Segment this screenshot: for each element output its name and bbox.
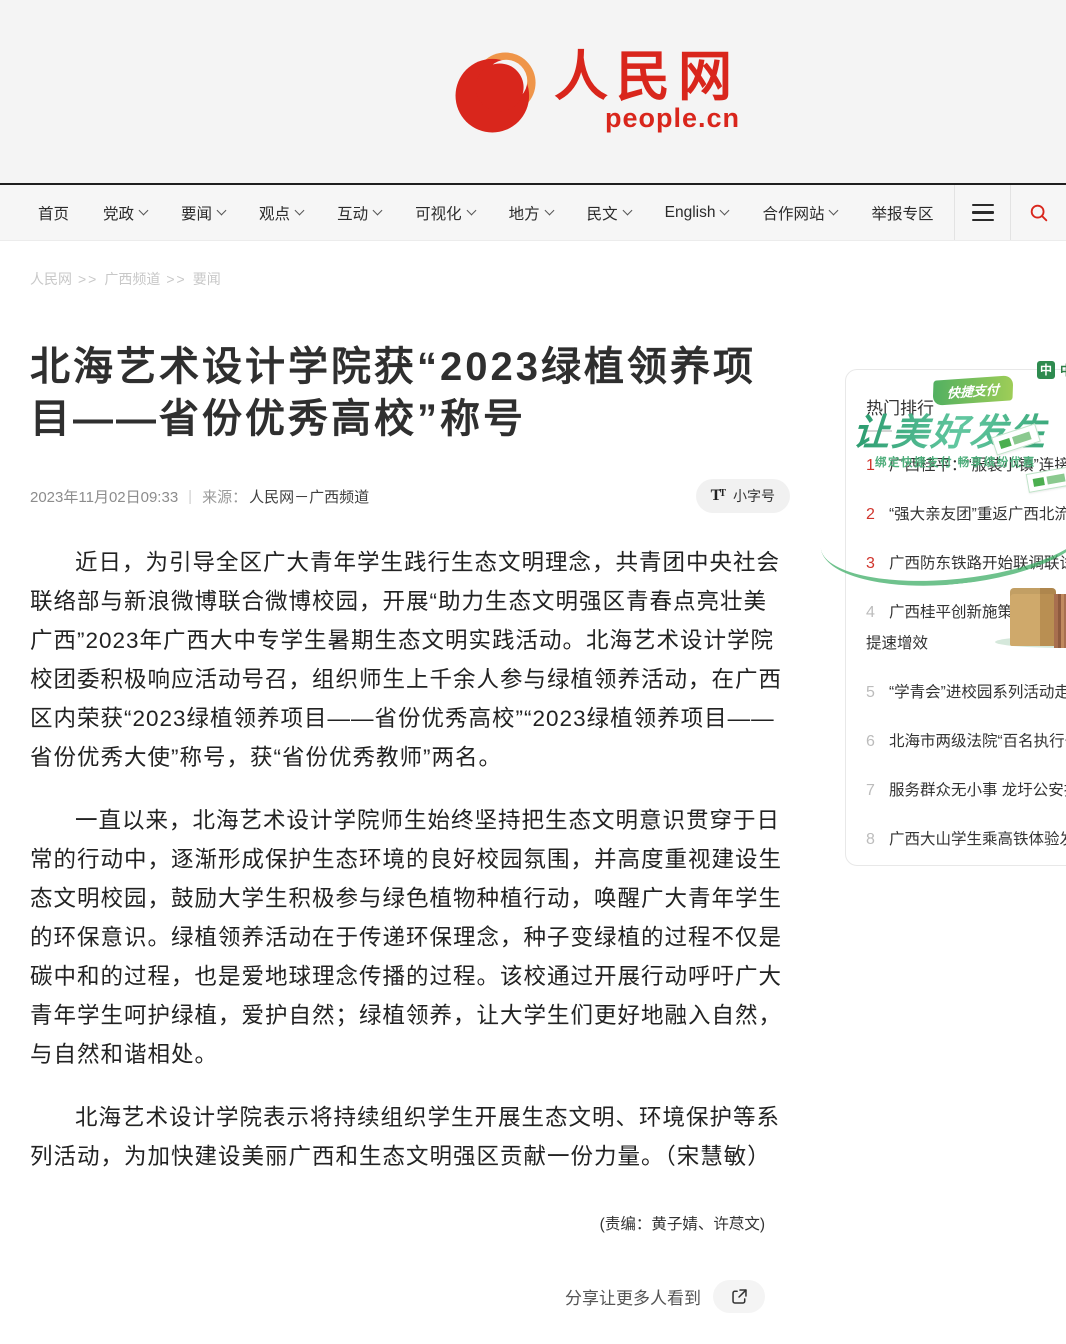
main-nav: 首页 党政 要闻 观点 互动 可视化 地方 民文 English 合作网站 举报… xyxy=(0,183,1066,241)
chevron-down-icon xyxy=(217,205,227,215)
breadcrumb-channel[interactable]: 广西频道 xyxy=(104,271,160,287)
logo-text: 人民网 people.cn xyxy=(554,49,740,135)
breadcrumb-section[interactable]: 要闻 xyxy=(193,271,221,287)
nav-item-local[interactable]: 地方 xyxy=(509,202,553,224)
editor-note: (责编：黄子婧、许荩文) xyxy=(30,1212,790,1234)
nav-item-label: 地方 xyxy=(509,202,540,224)
site-header: 人民网 people.cn xyxy=(0,0,1066,183)
nav-item-label: 要闻 xyxy=(181,202,212,224)
nav-item-label: 举报专区 xyxy=(871,202,933,224)
rank-number: 4 xyxy=(866,604,880,621)
nav-item-label: 互动 xyxy=(337,202,368,224)
hot-ranking-link[interactable]: 5“学青会”进校园系列活动走 民族大学 xyxy=(866,677,1066,708)
hot-item-text: 广西大山学生乘高铁体验发展 xyxy=(889,831,1066,848)
paragraph: 近日，为引导全区广大青年学生践行生态文明理念，共青团中央社会联络部与新浪微博联合… xyxy=(30,543,790,777)
hamburger-icon xyxy=(972,204,994,207)
hot-item-text: 服务群众无小事 龙圩公安排忧 xyxy=(889,782,1066,799)
sidebar: 中 中国邮政 快捷支付 让美好发生 绑定快捷支付 畅享缤纷优惠 xyxy=(845,344,1066,866)
search-icon xyxy=(1028,202,1050,224)
breadcrumb-separator: >> xyxy=(78,271,98,287)
hot-item-text: 北海市两级法院“百名执行干 xyxy=(889,733,1066,750)
hot-ranking-link[interactable]: 8 广西大山学生乘高铁体验发展 xyxy=(866,824,1066,855)
chevron-down-icon xyxy=(373,205,383,215)
meta-divider: | xyxy=(188,488,192,505)
nav-item-minwen[interactable]: 民文 xyxy=(587,202,631,224)
nav-item-label: 可视化 xyxy=(415,202,462,224)
nav-item-label: 民文 xyxy=(587,202,618,224)
site-domain: people.cn xyxy=(605,103,740,134)
rank-number: 8 xyxy=(866,831,880,848)
nav-item-label: 合作网站 xyxy=(762,202,824,224)
paragraph: 一直以来，北海艺术设计学院师生始终坚持把生态文明意识贯穿于日常的行动中，逐渐形成… xyxy=(30,801,790,1074)
paragraph: 北海艺术设计学院表示将持续组织学生开展生态文明、环境保护等系列活动，为加快建设美… xyxy=(30,1098,790,1176)
page: 人民网 people.cn 首页 党政 要闻 观点 互动 可视化 地方 民文 E… xyxy=(0,0,1066,1344)
share-icon xyxy=(730,1287,749,1306)
breadcrumb-separator: >> xyxy=(166,271,186,287)
nav-links: 首页 党政 要闻 观点 互动 可视化 地方 民文 English 合作网站 举报… xyxy=(38,185,934,240)
chevron-down-icon xyxy=(466,205,476,215)
hot-ranking-item: 5“学青会”进校园系列活动走 民族大学 xyxy=(866,677,1066,708)
site-logo[interactable]: 人民网 people.cn xyxy=(450,46,740,138)
hot-ranking-link[interactable]: 7服务群众无小事 龙圩公安排忧 民心 xyxy=(866,775,1066,806)
chevron-down-icon xyxy=(720,205,730,215)
hot-item-text: 提速增效 xyxy=(866,635,928,652)
page-title: 北海艺术设计学院获“2023绿植领养项目——省份优秀高校”称号 xyxy=(30,341,790,445)
font-size-button[interactable]: TT 小字号 xyxy=(696,479,790,513)
source-label: 来源： xyxy=(202,486,247,507)
nav-item-news[interactable]: 要闻 xyxy=(181,202,225,224)
hot-item-text: “学青会”进校园系列活动走 xyxy=(889,684,1066,701)
nav-item-label: English xyxy=(665,204,716,222)
article-meta-row: 2023年11月02日09:33 | 来源： 人民网－广西频道 TT 小字号 xyxy=(30,479,790,513)
share-row: 分享让更多人看到 xyxy=(30,1280,790,1313)
nav-item-label: 首页 xyxy=(38,202,69,224)
nav-item-party[interactable]: 党政 xyxy=(103,202,147,224)
rank-number: 6 xyxy=(866,733,880,750)
font-size-label: 小字号 xyxy=(733,486,775,506)
publish-date: 2023年11月02日09:33 xyxy=(30,486,178,507)
site-name: 人民网 xyxy=(554,49,740,106)
article-meta: 2023年11月02日09:33 | 来源： 人民网－广西频道 xyxy=(30,486,369,507)
font-size-icon: TT xyxy=(711,488,726,504)
nav-item-label: 党政 xyxy=(103,202,134,224)
article-body: 近日，为引导全区广大青年学生践行生态文明理念，共青团中央社会联络部与新浪微博联合… xyxy=(30,543,790,1176)
rank-number: 7 xyxy=(866,782,880,799)
search-button[interactable] xyxy=(1010,185,1066,240)
chevron-down-icon xyxy=(295,205,305,215)
share-button[interactable] xyxy=(713,1280,765,1313)
nav-controls xyxy=(954,185,1066,240)
people-globe-icon xyxy=(450,46,542,138)
breadcrumb: 人民网 >> 广西频道 >> 要闻 xyxy=(30,269,1066,289)
menu-button[interactable] xyxy=(954,185,1010,240)
hot-ranking-item: 6北海市两级法院“百名执行干 企”助... xyxy=(866,726,1066,757)
hot-ranking-item: 8 广西大山学生乘高铁体验发展 xyxy=(866,824,1066,855)
rank-number: 5 xyxy=(866,684,880,701)
chevron-down-icon xyxy=(544,205,554,215)
nav-item-label: 观点 xyxy=(259,202,290,224)
article: 北海艺术设计学院获“2023绿植领养项目——省份优秀高校”称号 2023年11月… xyxy=(30,289,790,1313)
source-link[interactable]: 人民网－广西频道 xyxy=(249,486,369,507)
nav-item-visual[interactable]: 可视化 xyxy=(415,202,475,224)
nav-item-interact[interactable]: 互动 xyxy=(337,202,381,224)
breadcrumb-home[interactable]: 人民网 xyxy=(30,271,72,287)
hot-ranking-item: 7服务群众无小事 龙圩公安排忧 民心 xyxy=(866,775,1066,806)
nav-item-partners[interactable]: 合作网站 xyxy=(762,202,837,224)
nav-item-opinion[interactable]: 观点 xyxy=(259,202,303,224)
chevron-down-icon xyxy=(139,205,149,215)
hot-ranking-link[interactable]: 6北海市两级法院“百名执行干 企”助... xyxy=(866,726,1066,757)
nav-item-home[interactable]: 首页 xyxy=(38,202,69,224)
content: 北海艺术设计学院获“2023绿植领养项目——省份优秀高校”称号 2023年11月… xyxy=(0,289,1066,1313)
nav-item-english[interactable]: English xyxy=(665,204,729,222)
share-label: 分享让更多人看到 xyxy=(565,1284,701,1309)
chevron-down-icon xyxy=(622,205,632,215)
chevron-down-icon xyxy=(829,205,839,215)
nav-item-report[interactable]: 举报专区 xyxy=(871,202,933,224)
